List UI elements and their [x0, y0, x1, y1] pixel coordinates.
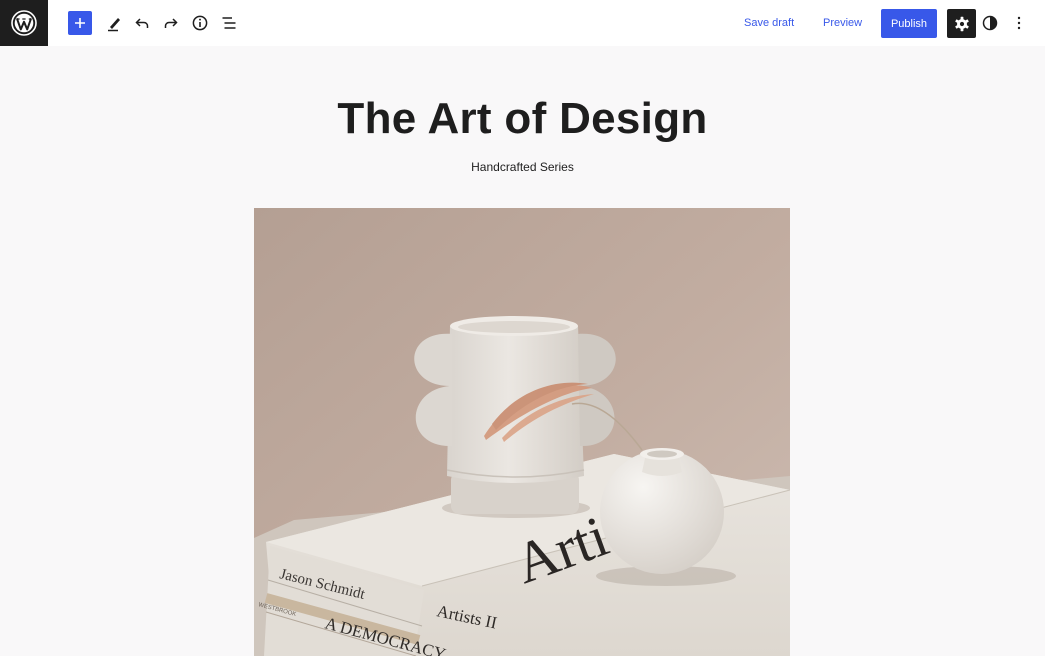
list-view-button[interactable]	[216, 10, 242, 36]
undo-icon	[135, 18, 149, 28]
plus-icon	[75, 18, 85, 28]
save-draft-button[interactable]: Save draft	[744, 14, 794, 32]
more-vertical-icon	[1017, 16, 1021, 30]
post-subtitle[interactable]: Handcrafted Series	[0, 160, 1045, 174]
list-view-icon	[222, 17, 236, 29]
info-icon	[192, 15, 208, 31]
redo-icon	[164, 18, 178, 28]
redo-button[interactable]	[158, 10, 184, 36]
publish-button[interactable]: Publish	[881, 9, 937, 38]
post-title[interactable]: The Art of Design	[0, 94, 1045, 144]
add-block-button[interactable]	[68, 11, 92, 35]
preview-button[interactable]: Preview	[823, 14, 862, 32]
editor-top-toolbar: Save draft Preview Publish	[0, 0, 1045, 46]
contrast-icon	[982, 15, 998, 31]
options-menu-button[interactable]	[1006, 10, 1032, 36]
wordpress-icon	[11, 10, 37, 36]
details-button[interactable]	[187, 10, 213, 36]
tools-button[interactable]	[101, 10, 127, 36]
settings-button[interactable]	[947, 9, 976, 38]
gear-icon	[954, 16, 969, 31]
style-toggle-button[interactable]	[977, 10, 1003, 36]
pencil-icon	[108, 18, 120, 32]
undo-button[interactable]	[129, 10, 155, 36]
still-life-illustration: Jason Schmidt Artists II A DEMOCRACY WES…	[254, 208, 790, 656]
featured-image[interactable]: Jason Schmidt Artists II A DEMOCRACY WES…	[254, 208, 790, 656]
wordpress-logo-button[interactable]	[0, 0, 48, 46]
